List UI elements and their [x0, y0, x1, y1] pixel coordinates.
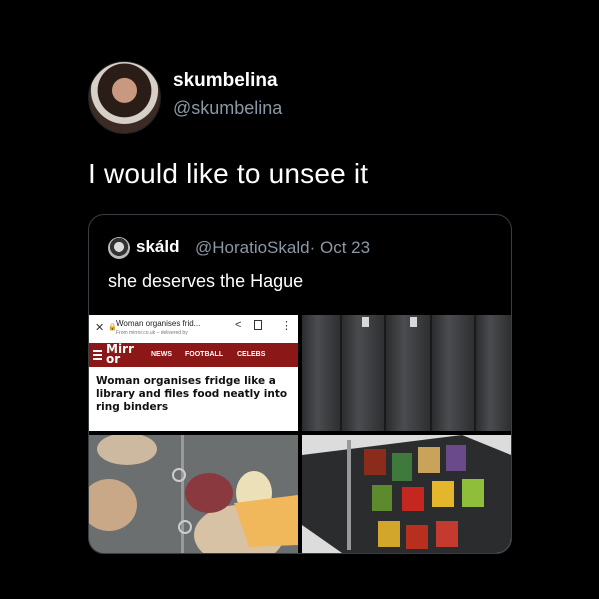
- media-deli-binder[interactable]: [89, 435, 298, 553]
- salami-slice: [185, 473, 233, 513]
- binder-spine: [302, 315, 340, 431]
- quoted-text: she deserves the Hague: [108, 271, 304, 291]
- browser-bar: ✕ 🔒 Woman organises frid... From mirror.…: [89, 315, 298, 344]
- sachet: [406, 525, 428, 549]
- browser-title: Woman organises frid...: [116, 319, 201, 328]
- sachet: [392, 453, 412, 481]
- divider: [474, 315, 476, 431]
- avatar[interactable]: [88, 61, 161, 134]
- nav-football: FOOTBALL: [185, 351, 224, 358]
- quoted-tweet[interactable]: skáld @HoratioSkald· Oct 23 she deserves…: [88, 214, 512, 554]
- sachet: [436, 521, 458, 547]
- media-grid: ✕ 🔒 Woman organises frid... From mirror.…: [89, 315, 511, 553]
- sachet: [364, 449, 386, 475]
- sachet: [432, 481, 454, 507]
- sachet: [418, 447, 440, 473]
- sachet: [378, 521, 400, 547]
- nav-news: NEWS: [151, 351, 172, 358]
- bookmark-icon: [254, 320, 262, 330]
- binder-spine: [386, 315, 430, 431]
- tweet-text: I would like to unsee it: [88, 158, 369, 189]
- quoted-handle-date[interactable]: @HoratioSkald· Oct 23: [195, 238, 370, 258]
- divider: [384, 315, 386, 431]
- browser-subtitle: From mirror.co.uk – delivered by: [116, 330, 188, 336]
- sachet: [462, 479, 484, 507]
- quoted-display-name[interactable]: skáld: [136, 237, 179, 257]
- nav-celebs: CELEBS: [237, 351, 266, 358]
- binder-spine: [432, 315, 474, 431]
- binder-spine: [342, 315, 384, 431]
- sachet: [446, 445, 466, 471]
- media-article-screenshot[interactable]: ✕ 🔒 Woman organises frid... From mirror.…: [89, 315, 298, 431]
- binder-label: [362, 317, 369, 327]
- quoted-avatar[interactable]: [108, 237, 130, 259]
- share-icon: <: [235, 319, 242, 331]
- display-name[interactable]: skumbelina: [173, 70, 278, 92]
- binder-spine: [476, 315, 511, 431]
- media-sachet-binder[interactable]: [302, 435, 511, 553]
- handle[interactable]: @skumbelina: [173, 98, 282, 119]
- menu-icon: [93, 350, 102, 360]
- article-headline: Woman organises fridge like a library an…: [96, 375, 288, 413]
- deli-photo: [89, 435, 298, 553]
- divider: [340, 315, 342, 431]
- mirror-navbar: Mirr or NEWS FOOTBALL CELEBS: [89, 343, 298, 367]
- divider: [430, 315, 432, 431]
- binder-label: [410, 317, 417, 327]
- close-icon: ✕: [95, 322, 105, 334]
- more-icon: ⋮: [281, 320, 292, 332]
- sachet: [372, 485, 392, 511]
- sachet-photo: [302, 435, 511, 553]
- mirror-logo: Mirr or: [106, 342, 134, 366]
- sachet: [402, 487, 424, 511]
- media-fridge-binders[interactable]: [302, 315, 511, 431]
